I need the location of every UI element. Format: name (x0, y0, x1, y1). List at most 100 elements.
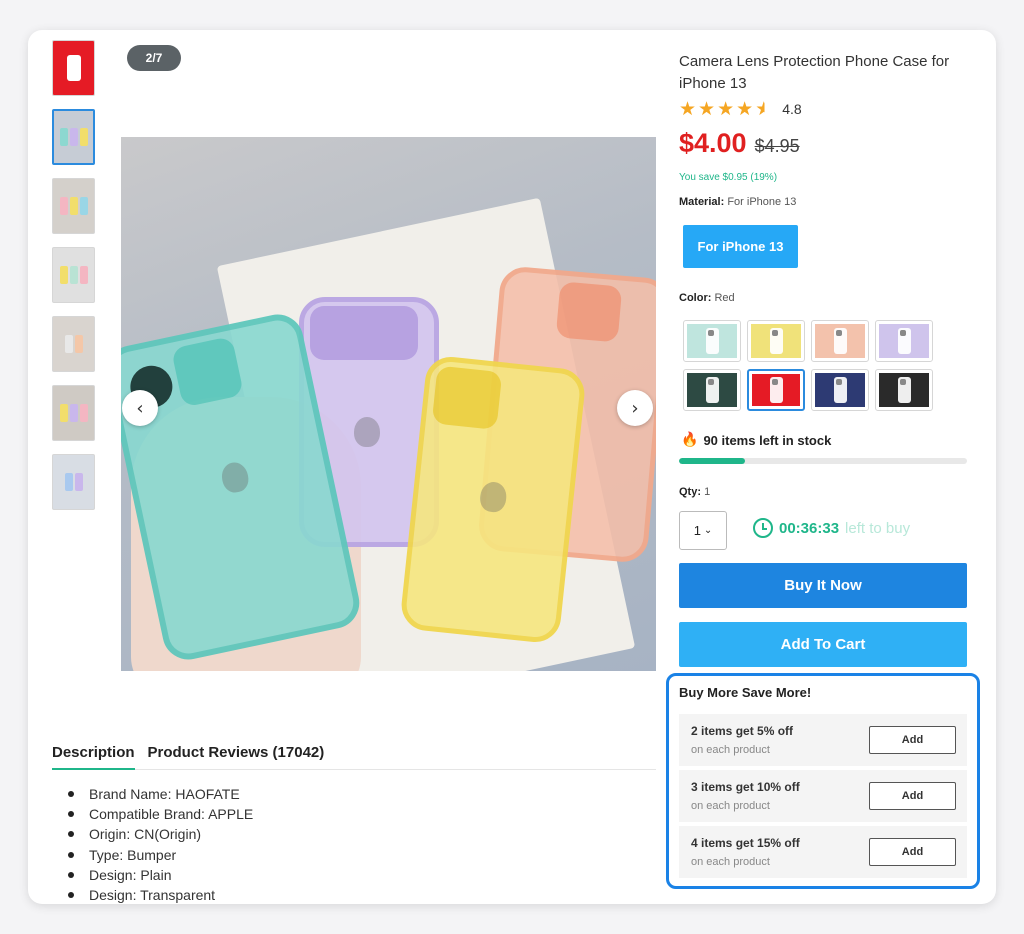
thumbnail-strip (52, 40, 96, 523)
material-value: For iPhone 13 (727, 196, 797, 208)
star-icon: ★ (679, 98, 697, 120)
star-icon: ★ (736, 98, 754, 120)
bullet (68, 811, 74, 818)
chevron-right-icon: › (631, 397, 639, 419)
product-tabs: Description Product Reviews (17042) (52, 742, 656, 770)
phone-image (64, 335, 83, 353)
chevron-left-icon: ‹ (136, 397, 144, 419)
phone-image (769, 328, 783, 354)
thumbnail-6[interactable] (52, 385, 95, 441)
description-list: Brand Name: HAOFATE Compatible Brand: AP… (68, 784, 253, 904)
material-key: Material: (679, 196, 725, 208)
color-swatch[interactable] (747, 369, 805, 411)
bullet (68, 831, 74, 838)
list-item-text: Type: Bumper (89, 846, 177, 863)
thumbnail-2[interactable] (52, 109, 95, 165)
phone-image (705, 328, 719, 354)
stock-indicator: 🔥 90 items left in stock (681, 432, 831, 448)
phone-image (833, 377, 847, 403)
list-item-text: Design: Plain (89, 866, 172, 883)
thumbnail-3[interactable] (52, 178, 95, 234)
bundle-offer: 3 items get 10% off on each product Add (679, 770, 967, 822)
thumbnail-5[interactable] (52, 316, 95, 372)
phone-image (897, 328, 911, 354)
color-swatch[interactable] (875, 320, 933, 362)
bullet (68, 871, 74, 878)
qty-value: 1 (704, 486, 711, 498)
thumbnail-1[interactable] (52, 40, 95, 96)
list-item: Compatible Brand: APPLE (68, 804, 253, 824)
list-item: Origin: CN(Origin) (68, 824, 253, 844)
thumbnail-4[interactable] (52, 247, 95, 303)
prev-image-button[interactable]: ‹ (122, 390, 158, 426)
color-swatch[interactable] (811, 320, 869, 362)
buy-it-now-button[interactable]: Buy It Now (679, 563, 967, 608)
star-icon: ★ (717, 98, 735, 120)
alarm-clock-icon (753, 518, 773, 538)
color-label: Color: Red (679, 292, 735, 304)
color-swatch[interactable] (875, 369, 933, 411)
bundle-offer: 2 items get 5% off on each product Add (679, 714, 967, 766)
rating: ★ ★ ★ ★ ★ 4.8 (679, 99, 802, 119)
phone-image (64, 473, 83, 491)
countdown-timer: 00:36:33 left to buy (753, 518, 910, 538)
list-item-text: Origin: CN(Origin) (89, 826, 202, 843)
case-yellow (399, 354, 587, 645)
stock-progress-bar (679, 458, 967, 464)
timer-value: 00:36:33 (779, 519, 840, 537)
color-swatches (683, 320, 933, 411)
swatch-image (879, 373, 929, 407)
phone-image (897, 377, 911, 403)
rating-value: 4.8 (782, 101, 802, 117)
offer-title: 3 items get 10% off (691, 780, 800, 794)
color-swatch[interactable] (747, 320, 805, 362)
list-item-text: Design: Transparent (89, 887, 216, 904)
add-offer-button[interactable]: Add (869, 782, 956, 810)
add-offer-button[interactable]: Add (869, 838, 956, 866)
phone-image (59, 128, 88, 146)
swatch-image (815, 373, 865, 407)
stock-text: 90 items left in stock (703, 432, 832, 448)
add-to-cart-button[interactable]: Add To Cart (679, 622, 967, 667)
stock-progress-fill (679, 458, 746, 464)
phone-image (769, 377, 783, 403)
tab-reviews[interactable]: Product Reviews (17042) (148, 742, 325, 770)
list-item: Brand Name: HAOFATE (68, 784, 253, 804)
list-item: Type: Bumper (68, 845, 253, 865)
phone-image (66, 55, 81, 81)
current-price: $4.00 (679, 128, 747, 158)
list-item: Design: Transparent (68, 885, 253, 904)
variant-option-button[interactable]: For iPhone 13 (683, 225, 798, 268)
quantity-select[interactable]: 1 ⌄ (679, 511, 727, 550)
phone-image (705, 377, 719, 403)
swatch-image (751, 324, 801, 358)
material-label: Material: For iPhone 13 (679, 196, 796, 208)
color-swatch[interactable] (683, 369, 741, 411)
swatch-image (879, 324, 929, 358)
chevron-down-icon: ⌄ (703, 525, 713, 536)
qty-label: Qty: 1 (679, 486, 710, 498)
swatch-image (687, 373, 737, 407)
add-offer-button[interactable]: Add (869, 726, 956, 754)
quantity-select-value: 1 (693, 523, 701, 538)
list-item-text: Compatible Brand: APPLE (89, 806, 254, 823)
bullet (68, 851, 74, 858)
product-card: 2/7 ‹ › Description Product Reviews (170… (28, 30, 996, 904)
offer-title: 2 items get 5% off (691, 724, 794, 738)
bundle-offer: 4 items get 15% off on each product Add (679, 826, 967, 878)
list-item: Design: Plain (68, 865, 253, 885)
image-counter-badge: 2/7 (127, 45, 181, 71)
tab-description[interactable]: Description (52, 742, 135, 770)
swatch-image (815, 324, 865, 358)
product-title: Camera Lens Protection Phone Case for iP… (679, 53, 950, 92)
thumbnail-7[interactable] (52, 454, 95, 510)
color-swatch[interactable] (683, 320, 741, 362)
next-image-button[interactable]: › (617, 390, 653, 426)
bullet (68, 892, 74, 899)
color-key: Color: (679, 292, 712, 304)
color-swatch[interactable] (811, 369, 869, 411)
swatch-image (752, 374, 800, 406)
bundle-title: Buy More Save More! (679, 685, 812, 700)
main-product-image: ‹ › (121, 137, 656, 671)
star-icon: ★ (698, 98, 716, 120)
